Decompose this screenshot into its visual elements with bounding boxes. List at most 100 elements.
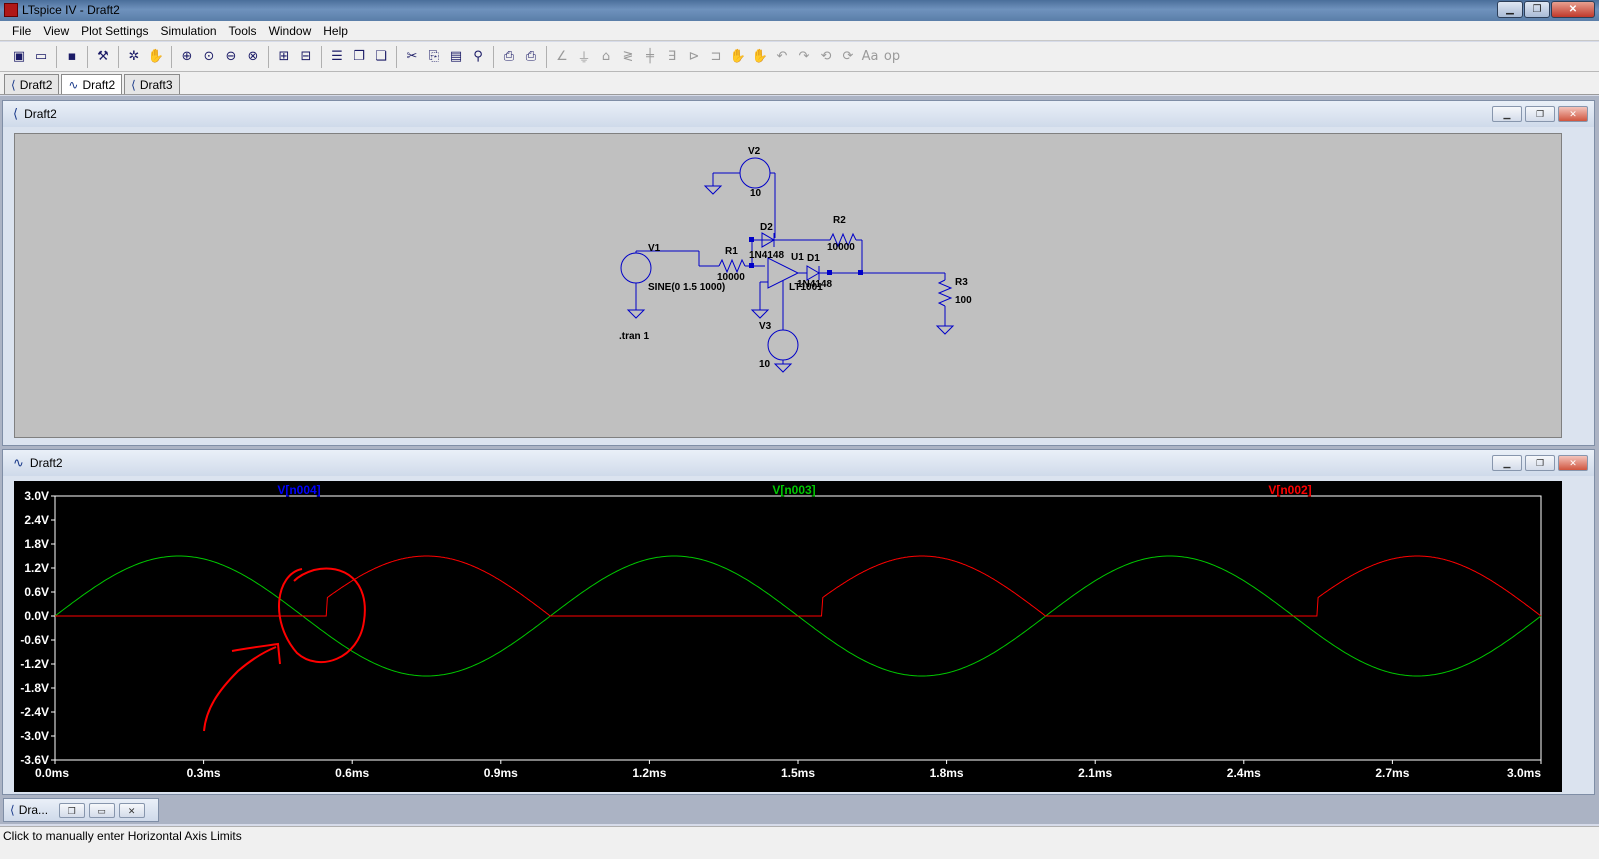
y-tick-label[interactable]: 0.0V — [24, 609, 49, 623]
menu-file[interactable]: File — [6, 21, 37, 40]
autorange-icon[interactable]: ⊞ — [273, 46, 295, 68]
minimized-window[interactable]: ⟨ Dra... ❐ ▭ ✕ — [3, 798, 159, 822]
tile-vertical-icon[interactable]: ❏ — [370, 46, 392, 68]
print-setup-icon[interactable]: ⎙ — [498, 46, 520, 68]
menu-help[interactable]: Help — [317, 21, 354, 40]
annotation-arrow-head — [231, 642, 281, 665]
cascade-icon[interactable]: ❐ — [348, 46, 370, 68]
x-tick-label[interactable]: 0.0ms — [35, 766, 69, 780]
drag-icon[interactable]: ✋ — [749, 46, 771, 68]
v2-source-symbol — [739, 157, 771, 189]
y-tick-label[interactable]: 2.4V — [24, 513, 49, 527]
label-net-icon[interactable]: ⌂ — [595, 46, 617, 68]
schematic-window-titlebar[interactable]: ⟨ Draft2 — [3, 101, 1594, 127]
rotate-icon[interactable]: ⟲ — [815, 46, 837, 68]
menu-simulation[interactable]: Simulation — [155, 21, 223, 40]
move-icon[interactable]: ✋ — [727, 46, 749, 68]
y-tick-label[interactable]: -1.2V — [20, 657, 49, 671]
waveform-minimize-button[interactable]: ▁ — [1492, 455, 1522, 471]
zoom-pan-icon[interactable]: ⊙ — [198, 46, 220, 68]
y-tick-label[interactable]: -0.6V — [20, 633, 49, 647]
tab-draft2-schematic[interactable]: ⟨ Draft2 — [4, 74, 60, 94]
waveform-close-button[interactable]: ✕ — [1558, 455, 1588, 471]
copy-icon[interactable]: ⎘ — [423, 46, 445, 68]
spice-directive-icon[interactable]: op — [881, 46, 903, 68]
mirror-icon[interactable]: ⟳ — [837, 46, 859, 68]
zoom-in-icon[interactable]: ⊕ — [176, 46, 198, 68]
paste-icon[interactable]: ▤ — [445, 46, 467, 68]
x-tick-label[interactable]: 2.7ms — [1375, 766, 1409, 780]
x-tick-label[interactable]: 0.6ms — [335, 766, 369, 780]
menu-view[interactable]: View — [37, 21, 75, 40]
x-tick-label[interactable]: 1.5ms — [781, 766, 815, 780]
x-tick-label[interactable]: 3.0ms — [1507, 766, 1541, 780]
y-tick-label[interactable]: -3.6V — [20, 753, 49, 767]
redo-icon[interactable]: ↷ — [793, 46, 815, 68]
ground-icon[interactable]: ⏚ — [573, 46, 595, 68]
y-tick-label[interactable]: 1.8V — [24, 537, 49, 551]
x-tick-label[interactable]: 1.2ms — [632, 766, 666, 780]
tab-label: Draft2 — [19, 77, 53, 92]
control-panel-icon[interactable]: ⚒ — [92, 46, 114, 68]
y-tick-label[interactable]: 1.2V — [24, 561, 49, 575]
minimize-button[interactable]: ▁ — [1497, 1, 1523, 18]
schematic-close-button[interactable]: ✕ — [1558, 106, 1588, 122]
run-icon[interactable]: ✲ — [123, 46, 145, 68]
tab-draft2-waveform[interactable]: ∿ Draft2 — [61, 74, 123, 94]
toolbar-separator — [493, 45, 494, 68]
print-icon[interactable]: ⎙ — [520, 46, 542, 68]
menu-tools[interactable]: Tools — [223, 21, 263, 40]
y-tick-label[interactable]: -2.4V — [20, 705, 49, 719]
halt-icon[interactable]: ✋ — [145, 46, 167, 68]
pick-visible-icon[interactable]: ⊟ — [295, 46, 317, 68]
document-tabs: ⟨ Draft2 ∿ Draft2 ⟨ Draft3 — [0, 72, 1599, 95]
x-tick-label[interactable]: 0.3ms — [187, 766, 221, 780]
y-tick-label[interactable]: 3.0V — [24, 489, 49, 503]
zoom-fit-icon[interactable]: ⊗ — [242, 46, 264, 68]
waveform-plot[interactable]: 3.0V 2.4V 1.8V 1.2V 0.6V 0.0V -0.6V -1.2V -1.8V -… — [14, 481, 1562, 792]
text-icon[interactable]: Aa — [859, 46, 881, 68]
tab-draft3-schematic[interactable]: ⟨ Draft3 — [124, 74, 180, 94]
capacitor-icon[interactable]: ╪ — [639, 46, 661, 68]
x-tick-label[interactable]: 1.8ms — [930, 766, 964, 780]
legend-entry-v-n004-[interactable]: V[n004] — [277, 483, 320, 497]
schematic-canvas[interactable]: V2 10 D2 1N4148 R2 10000 V1 SINE(0 1.5 1… — [14, 133, 1562, 438]
save-icon[interactable]: ▪ — [61, 46, 83, 68]
close-button[interactable]: ✕ — [1551, 1, 1595, 18]
schematic-icon: ⟨ — [131, 77, 136, 92]
tran-directive[interactable]: .tran 1 — [619, 331, 649, 342]
y-tick-label[interactable]: -3.0V — [20, 729, 49, 743]
component-icon[interactable]: ⊐ — [705, 46, 727, 68]
find-icon[interactable]: ⚲ — [467, 46, 489, 68]
resistor-icon[interactable]: ≷ — [617, 46, 639, 68]
maximize-button[interactable]: ❐ — [1524, 1, 1550, 18]
cut-icon[interactable]: ✂ — [401, 46, 423, 68]
x-tick-label[interactable]: 2.1ms — [1078, 766, 1112, 780]
y-tick-label[interactable]: -1.8V — [20, 681, 49, 695]
waveform-window-titlebar[interactable]: ∿ Draft2 — [3, 450, 1594, 476]
undo-icon[interactable]: ↶ — [771, 46, 793, 68]
waveform-maximize-button[interactable]: ❐ — [1525, 455, 1555, 471]
x-tick-label[interactable]: 0.9ms — [484, 766, 518, 780]
open-schematic-icon[interactable]: ▣ — [8, 46, 30, 68]
inductor-icon[interactable]: ∃ — [661, 46, 683, 68]
minimized-restore-button[interactable]: ❐ — [58, 802, 85, 818]
y-tick-label[interactable]: 0.6V — [24, 585, 49, 599]
schematic-maximize-button[interactable]: ❐ — [1525, 106, 1555, 122]
series-v-n002-line — [55, 555, 1542, 617]
diode-icon[interactable]: ⊳ — [683, 46, 705, 68]
x-tick-label[interactable]: 2.4ms — [1227, 766, 1261, 780]
menu-window[interactable]: Window — [263, 21, 318, 40]
open-folder-icon[interactable]: ▭ — [30, 46, 52, 68]
legend-entry-v-n002-[interactable]: V[n002] — [1268, 483, 1311, 497]
tile-horizontal-icon[interactable]: ☰ — [326, 46, 348, 68]
minimized-maximize-button[interactable]: ▭ — [88, 802, 115, 818]
wire-icon[interactable]: ∠ — [551, 46, 573, 68]
minimized-close-button[interactable]: ✕ — [118, 802, 145, 818]
zoom-out-icon[interactable]: ⊖ — [220, 46, 242, 68]
v2-label: V2 — [748, 146, 761, 157]
menu-plot-settings[interactable]: Plot Settings — [75, 21, 154, 40]
schematic-minimize-button[interactable]: ▁ — [1492, 106, 1522, 122]
legend-entry-v-n003-[interactable]: V[n003] — [772, 483, 815, 497]
toolbar-separator — [87, 45, 88, 68]
